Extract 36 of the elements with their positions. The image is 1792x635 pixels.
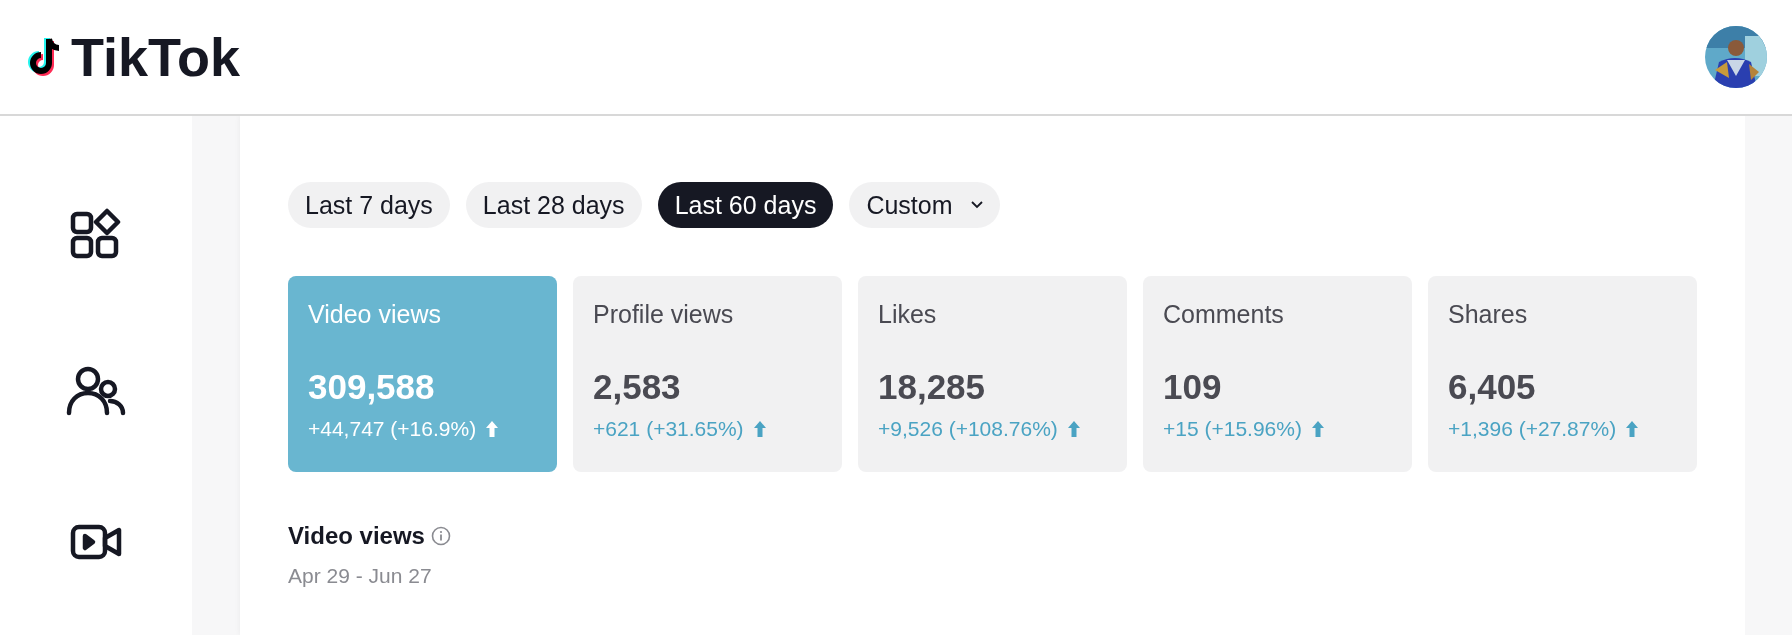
up-arrow-icon	[486, 421, 499, 437]
date-range-chip[interactable]: Last 7 days	[288, 182, 450, 228]
up-arrow-icon	[1067, 421, 1080, 437]
metric-change: +621 (+31.65%)	[593, 417, 744, 441]
metric-card[interactable]: Profile views 2,583 +621 (+31.65%)	[573, 276, 842, 472]
date-range-text: Apr 29 - Jun 27	[288, 564, 432, 588]
metric-card[interactable]: Shares 6,405 +1,396 (+27.87%)	[1428, 276, 1697, 472]
people-icon[interactable]	[66, 365, 126, 417]
caret-icon	[970, 201, 983, 209]
metric-label: Likes	[878, 300, 938, 329]
date-range-chip[interactable]: Custom	[849, 182, 1000, 228]
up-arrow-icon	[753, 421, 766, 437]
metric-value: 109	[1163, 367, 1223, 407]
info-icon[interactable]	[430, 526, 451, 546]
metric-value: 309,588	[308, 367, 436, 407]
video-camera-icon[interactable]	[70, 522, 122, 562]
dashboard-icon[interactable]	[70, 208, 122, 260]
metric-card[interactable]: Comments 109 +15 (+15.96%)	[1143, 276, 1412, 472]
metric-label: Profile views	[593, 300, 735, 329]
metric-label: Shares	[1448, 300, 1529, 329]
metric-change: +9,526 (+108.76%)	[878, 417, 1058, 441]
metric-value: 6,405	[1448, 367, 1537, 407]
metric-label: Comments	[1163, 300, 1285, 329]
date-range-chip[interactable]: Last 60 days	[657, 182, 834, 228]
metric-change: +44,747 (+16.9%)	[308, 417, 477, 441]
metric-change: +1,396 (+27.87%)	[1448, 417, 1617, 441]
logo-wordmark[interactable]: TikTok	[71, 26, 241, 88]
metric-value: 18,285	[878, 367, 987, 407]
metric-change: +15 (+15.96%)	[1163, 417, 1302, 441]
metric-label: Video views	[308, 300, 442, 329]
date-range-chip[interactable]: Last 28 days	[465, 182, 642, 228]
up-arrow-icon	[1311, 421, 1324, 437]
metric-value: 2,583	[593, 367, 682, 407]
chart-title: Video views	[288, 522, 425, 550]
up-arrow-icon	[1626, 421, 1639, 437]
metric-card[interactable]: Likes 18,285 +9,526 (+108.76%)	[858, 276, 1127, 472]
